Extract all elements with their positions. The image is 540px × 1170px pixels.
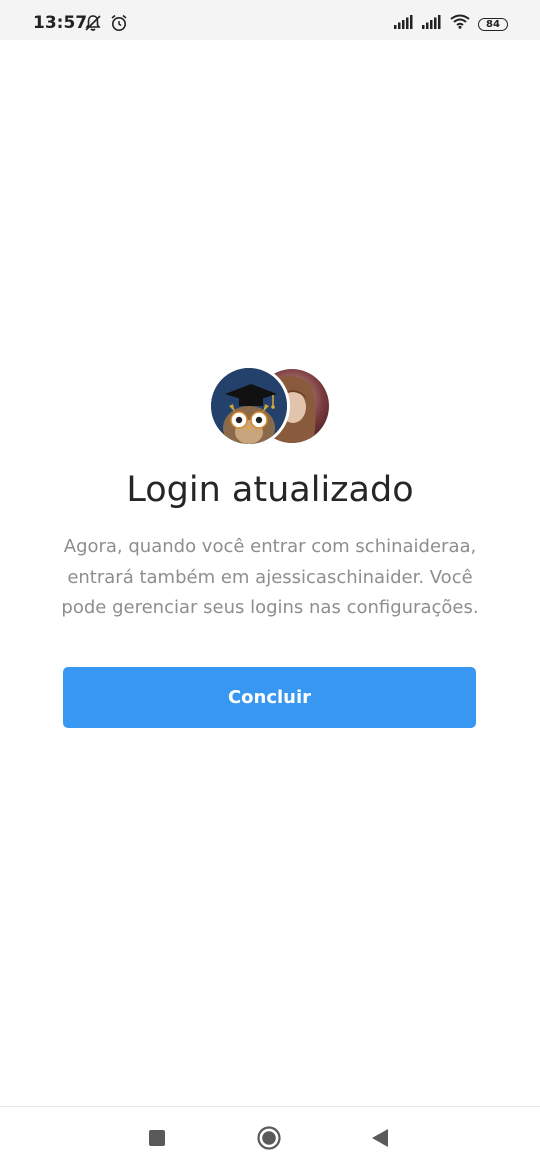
status-time: 13:57 bbox=[33, 13, 88, 33]
login-updated-screen: 13:57 84 Login atualizado Agora, quando … bbox=[0, 0, 540, 1170]
description-text: Agora, quando você entrar com schinaider… bbox=[61, 536, 479, 618]
page-title: Login atualizado bbox=[126, 470, 414, 510]
recents-icon[interactable] bbox=[149, 1130, 165, 1146]
alarm-icon bbox=[110, 14, 128, 37]
system-nav-bar bbox=[0, 1106, 540, 1170]
done-button[interactable]: Concluir bbox=[63, 667, 476, 728]
avatar-primary bbox=[211, 368, 287, 444]
battery-icon: 84 bbox=[478, 17, 508, 31]
home-icon[interactable] bbox=[257, 1126, 281, 1150]
account-avatars bbox=[211, 368, 329, 444]
wifi-icon bbox=[450, 14, 470, 34]
signal-icon bbox=[422, 14, 442, 34]
status-bar: 13:57 84 bbox=[0, 0, 540, 40]
notifications-off-icon bbox=[84, 14, 102, 37]
back-icon[interactable] bbox=[371, 1128, 389, 1148]
signal-icon bbox=[394, 14, 414, 34]
